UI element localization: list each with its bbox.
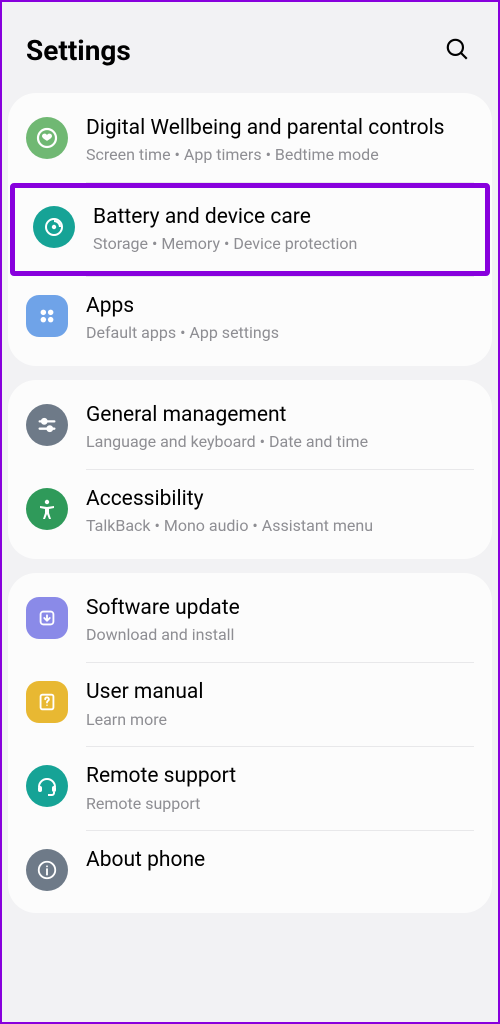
- item-subtitle: Remote support: [86, 794, 474, 815]
- item-title: User manual: [86, 679, 474, 705]
- item-subtitle: Download and install: [86, 625, 474, 646]
- item-title: Apps: [86, 293, 474, 319]
- item-battery-device-care[interactable]: Battery and device care Storage • Memory…: [10, 183, 490, 276]
- item-title: About phone: [86, 847, 474, 873]
- item-apps[interactable]: Apps Default apps • App settings: [8, 277, 492, 360]
- settings-group: Digital Wellbeing and parental controls …: [8, 93, 492, 366]
- item-digital-wellbeing[interactable]: Digital Wellbeing and parental controls …: [8, 99, 492, 182]
- general-management-icon: [26, 404, 68, 446]
- item-software-update[interactable]: Software update Download and install: [8, 579, 492, 662]
- item-general-management[interactable]: General management Language and keyboard…: [8, 386, 492, 469]
- item-subtitle: Screen time • App timers • Bedtime mode: [86, 145, 474, 166]
- item-subtitle: Storage • Memory • Device protection: [93, 234, 467, 255]
- settings-header: Settings: [8, 8, 492, 93]
- item-user-manual[interactable]: User manual Learn more: [8, 663, 492, 746]
- item-title: Remote support: [86, 763, 474, 789]
- item-subtitle: Language and keyboard • Date and time: [86, 432, 474, 453]
- search-button[interactable]: [440, 32, 474, 69]
- accessibility-icon: [26, 488, 68, 530]
- item-accessibility[interactable]: Accessibility TalkBack • Mono audio • As…: [8, 470, 492, 553]
- item-title: Accessibility: [86, 486, 474, 512]
- item-about-phone[interactable]: About phone: [8, 831, 492, 907]
- wellbeing-icon: [26, 117, 68, 159]
- item-subtitle: Learn more: [86, 710, 474, 731]
- remote-support-icon: [26, 765, 68, 807]
- about-phone-icon: [26, 849, 68, 891]
- item-subtitle: Default apps • App settings: [86, 323, 474, 344]
- item-title: General management: [86, 402, 474, 428]
- item-title: Battery and device care: [93, 204, 467, 230]
- page-title: Settings: [26, 34, 131, 67]
- apps-icon: [26, 295, 68, 337]
- user-manual-icon: [26, 681, 68, 723]
- item-title: Digital Wellbeing and parental controls: [86, 115, 474, 141]
- item-title: Software update: [86, 595, 474, 621]
- item-remote-support[interactable]: Remote support Remote support: [8, 747, 492, 830]
- software-update-icon: [26, 597, 68, 639]
- device-care-icon: [33, 206, 75, 248]
- search-icon: [444, 36, 470, 62]
- settings-group: Software update Download and install Use…: [8, 573, 492, 913]
- item-subtitle: TalkBack • Mono audio • Assistant menu: [86, 516, 474, 537]
- settings-group: General management Language and keyboard…: [8, 380, 492, 559]
